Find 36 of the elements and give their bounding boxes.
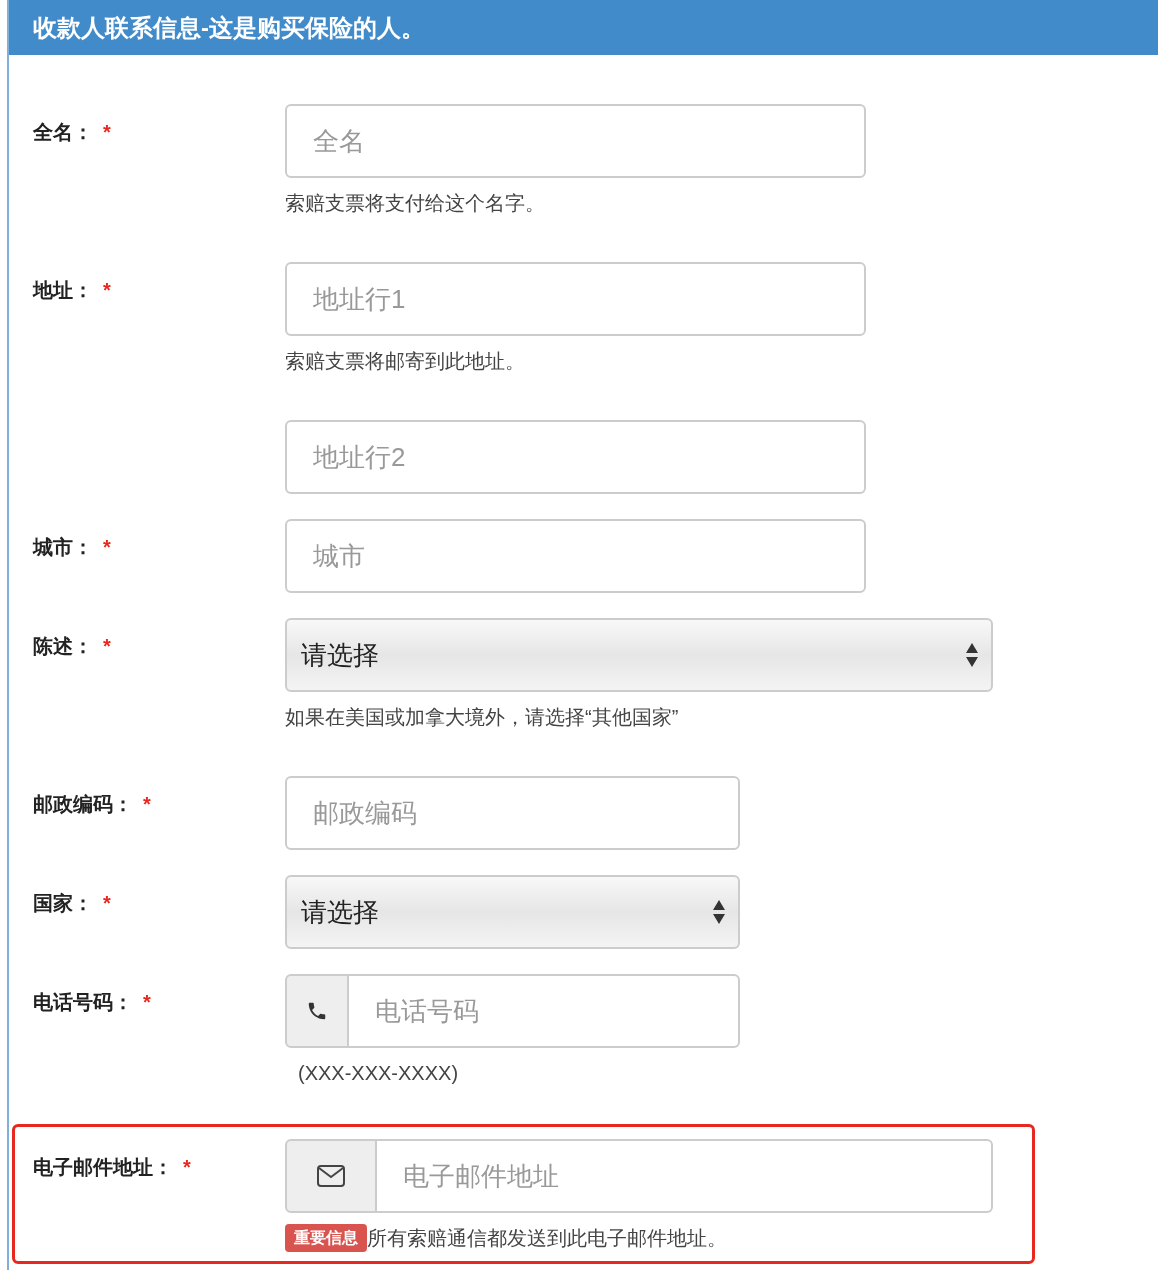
help-text: (XXX-XXX-XXXX) [298,1061,459,1086]
phone-icon [306,1000,328,1022]
input-field[interactable]: 城市 [285,519,866,593]
input-field[interactable]: 全名 [285,104,866,178]
required-marker: * [103,535,111,560]
field-label: 地址： [33,278,93,303]
input-field[interactable]: 地址行1 [285,262,866,336]
input-field[interactable]: 地址行2 [285,420,866,494]
input-field[interactable]: 电话号码 [349,974,740,1048]
input-field[interactable]: 电子邮件地址 [377,1139,993,1213]
field-label: 城市： [33,535,93,560]
dropdown[interactable]: 请选择 [285,618,993,692]
envelope-icon [316,1164,346,1188]
field-label: 国家： [33,891,93,916]
up-down-arrow-icon [965,642,979,668]
required-marker: * [103,120,111,145]
badge: 重要信息 [285,1224,367,1252]
required-marker: * [103,634,111,659]
required-marker: * [103,891,111,916]
input-field[interactable]: 邮政编码 [285,776,740,850]
help-text: 索赔支票将邮寄到此地址。 [285,349,525,374]
dropdown[interactable]: 请选择 [285,875,740,949]
help-text: 如果在美国或加拿大境外，请选择“其他国家” [285,705,679,730]
field-label: 邮政编码： [33,792,133,817]
required-marker: * [143,990,151,1015]
field-label: 全名： [33,120,93,145]
required-marker: * [103,278,111,303]
help-text: 所有索赔通信都发送到此电子邮件地址。 [367,1226,727,1251]
section-title: 收款人联系信息-这是购买保险的人。 [33,12,425,43]
required-marker: * [183,1155,191,1180]
field-label: 电子邮件地址： [33,1155,173,1180]
required-marker: * [143,792,151,817]
help-text: 索赔支票将支付给这个名字。 [285,191,545,216]
field-label: 电话号码： [33,990,133,1015]
up-down-arrow-icon [712,899,726,925]
field-label: 陈述： [33,634,93,659]
